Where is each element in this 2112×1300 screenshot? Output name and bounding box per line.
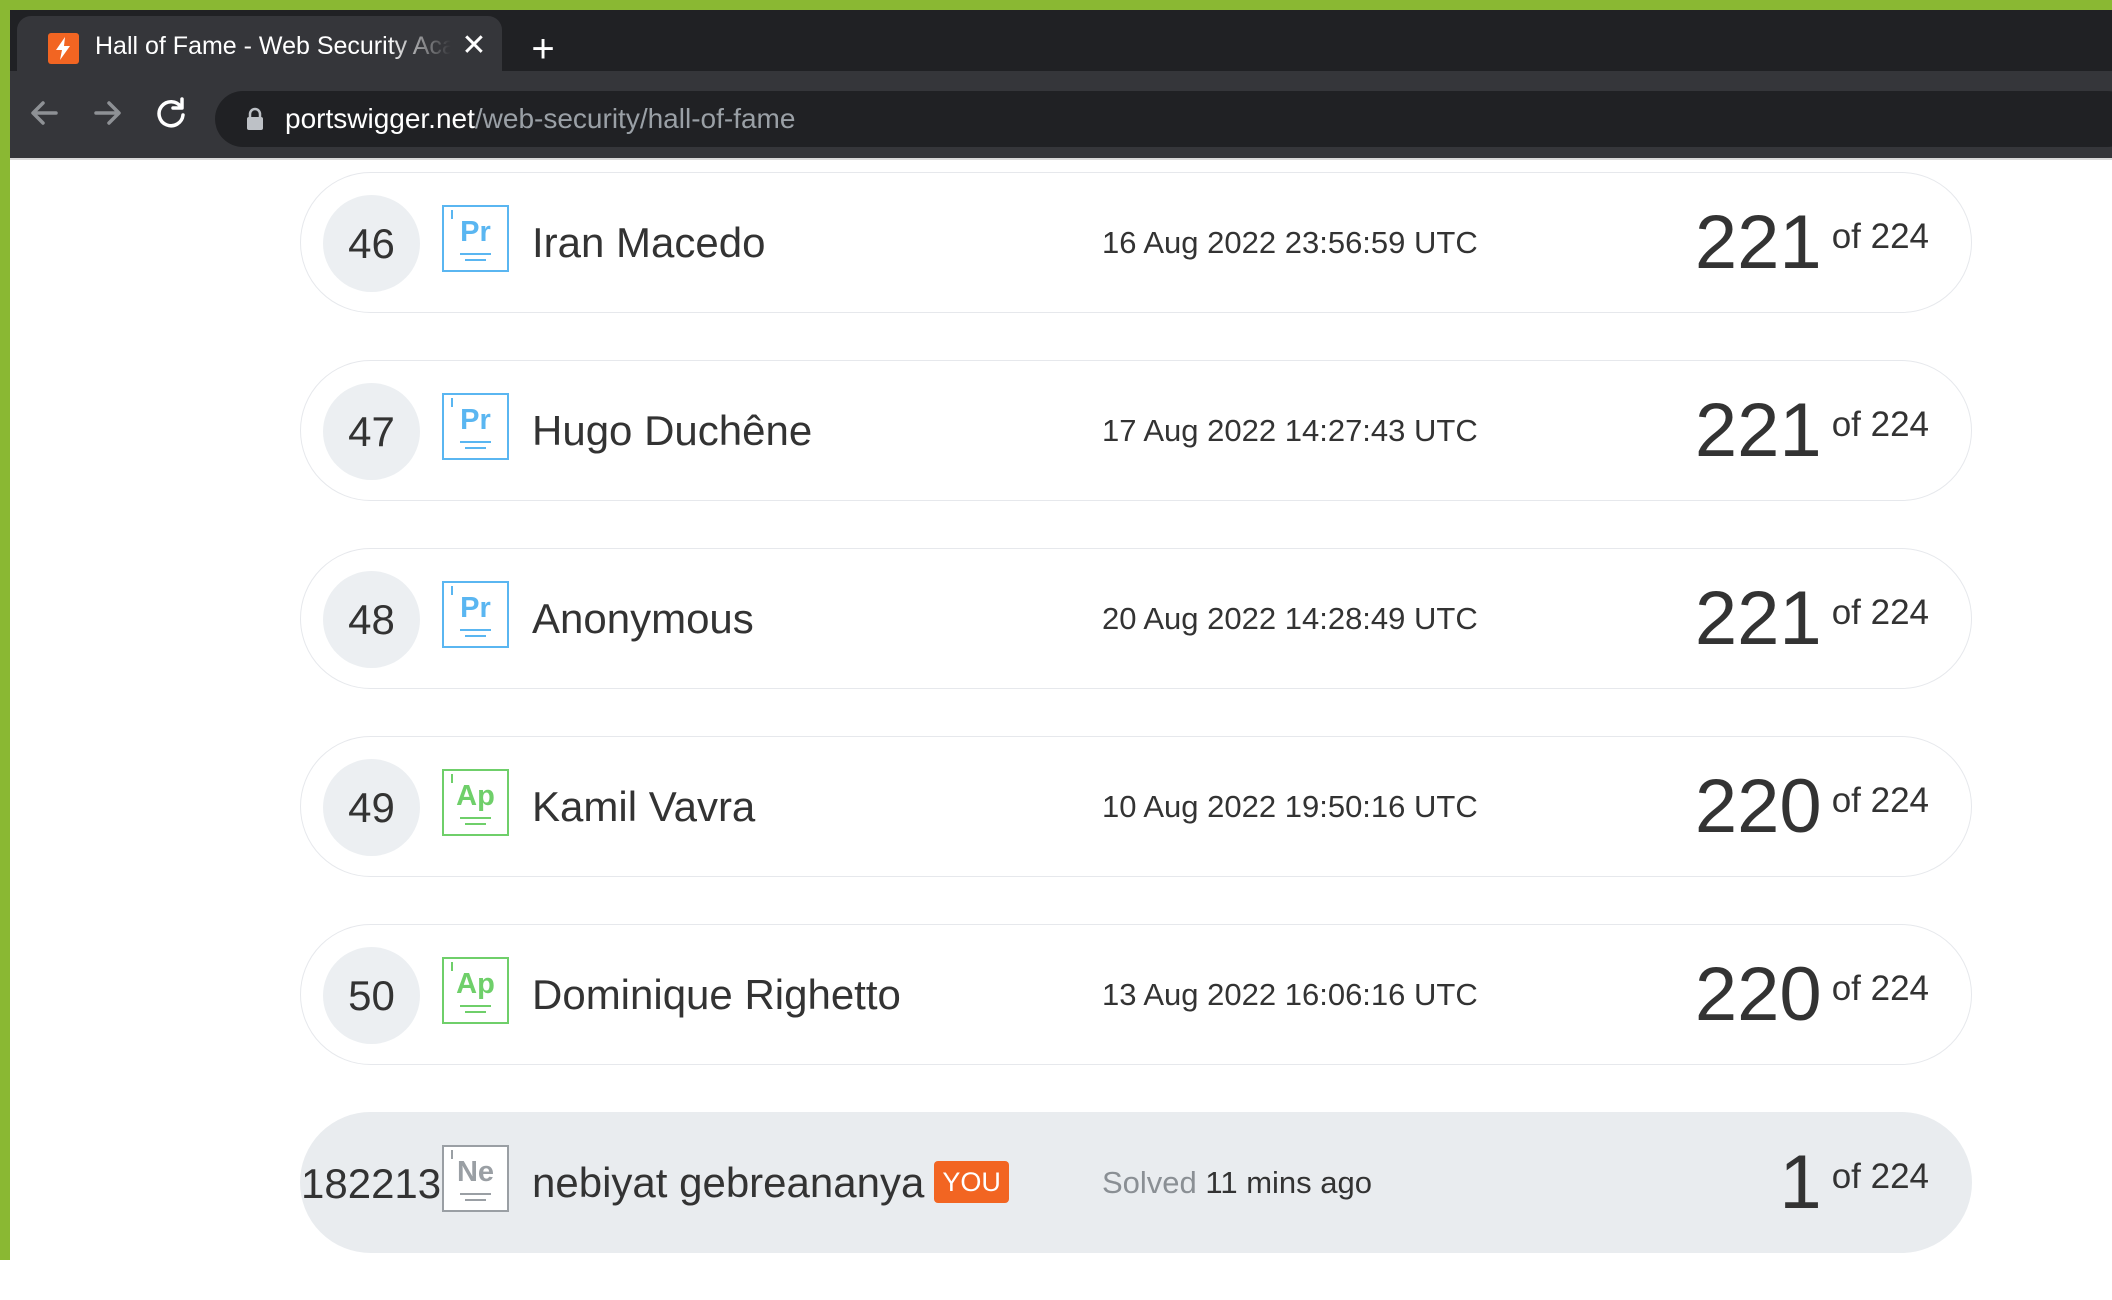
score: 221 of 224 bbox=[1695, 197, 1929, 289]
score-value: 221 bbox=[1694, 576, 1822, 661]
url-text[interactable]: portswigger.net/web-security/hall-of-fam… bbox=[285, 101, 795, 137]
user-name: Iran Macedo bbox=[532, 219, 766, 266]
level-badge-practitioner: Pr bbox=[442, 205, 509, 272]
badge-line bbox=[465, 259, 486, 261]
solved-status: Solved 11 mins ago bbox=[1102, 1163, 1372, 1203]
leaderboard-row: 47 Pr Hugo Duchêne 17 Aug 2022 14:27:43 … bbox=[300, 360, 1972, 501]
score: 221 of 224 bbox=[1695, 385, 1929, 477]
badge-line bbox=[465, 1011, 486, 1013]
score: 1 of 224 bbox=[1779, 1137, 1929, 1229]
solved-label: Solved bbox=[1102, 1165, 1197, 1200]
level-badge-practitioner: Pr bbox=[442, 581, 509, 648]
leaderboard-row: 49 Ap Kamil Vavra 10 Aug 2022 19:50:16 U… bbox=[300, 736, 1972, 877]
completion-date: 16 Aug 2022 23:56:59 UTC bbox=[1102, 225, 1478, 260]
window-frame-left bbox=[0, 0, 10, 1260]
back-arrow-icon bbox=[31, 101, 58, 125]
solved-time: 11 mins ago bbox=[1205, 1165, 1373, 1200]
back-button[interactable] bbox=[20, 89, 68, 137]
url-host: portswigger.net bbox=[285, 103, 475, 134]
score-total: of 224 bbox=[1831, 217, 1929, 256]
completion-date: 17 Aug 2022 14:27:43 UTC bbox=[1102, 413, 1478, 448]
leaderboard-row: 48 Pr Anonymous 20 Aug 2022 14:28:49 UTC… bbox=[300, 548, 1972, 689]
level-symbol: Ap bbox=[456, 780, 495, 812]
level-symbol: Ap bbox=[456, 968, 495, 1000]
score-value: 1 bbox=[1779, 1140, 1822, 1225]
badge-line bbox=[460, 441, 491, 443]
badge-line bbox=[465, 823, 486, 825]
badge-line bbox=[465, 447, 486, 449]
score-value: 220 bbox=[1694, 764, 1822, 849]
completion-date: 10 Aug 2022 19:50:16 UTC bbox=[1102, 789, 1478, 824]
badge-line bbox=[460, 817, 491, 819]
level-symbol: Pr bbox=[460, 592, 491, 624]
user-name: nebiyat gebreananya YOU bbox=[532, 1155, 1009, 1211]
browser-tab[interactable]: Hall of Fame - Web Security Academy ✕ bbox=[17, 16, 502, 71]
user-name: Hugo Duchêne bbox=[532, 407, 813, 454]
user-name-text: nebiyat gebreananya bbox=[532, 1159, 925, 1206]
badge-line bbox=[465, 635, 486, 637]
score-total: of 224 bbox=[1831, 781, 1929, 820]
current-user-row: 182213 Ne nebiyat gebreananya YOU Solved … bbox=[300, 1112, 1972, 1253]
badge-line bbox=[460, 253, 491, 255]
level-badge-practitioner: Pr bbox=[442, 393, 509, 460]
rank-number: 50 bbox=[323, 947, 420, 1044]
user-name: Dominique Righetto bbox=[532, 971, 901, 1018]
close-tab-icon[interactable]: ✕ bbox=[458, 30, 490, 62]
leaderboard-row: 46 Pr Iran Macedo 16 Aug 2022 23:56:59 U… bbox=[300, 172, 1972, 313]
address-bar[interactable]: portswigger.net/web-security/hall-of-fam… bbox=[215, 91, 2112, 147]
score-value: 221 bbox=[1694, 200, 1822, 285]
rank-number: 46 bbox=[323, 195, 420, 292]
badge-line bbox=[460, 629, 491, 631]
url-path: /web-security/hall-of-fame bbox=[474, 103, 796, 134]
forward-arrow-icon bbox=[94, 101, 121, 125]
badge-line bbox=[460, 1005, 491, 1007]
reload-button[interactable] bbox=[147, 89, 195, 137]
browser-toolbar: portswigger.net/web-security/hall-of-fam… bbox=[10, 71, 2112, 158]
score: 221 of 224 bbox=[1695, 573, 1929, 665]
rank-number: 182213 bbox=[301, 1160, 442, 1207]
rank-number: 47 bbox=[323, 383, 420, 480]
tab-title: Hall of Fame - Web Security Academy bbox=[95, 32, 451, 60]
level-badge-newcomer: Ne bbox=[442, 1145, 509, 1212]
forward-button[interactable] bbox=[84, 89, 132, 137]
score-total: of 224 bbox=[1831, 969, 1929, 1008]
score: 220 of 224 bbox=[1695, 949, 1929, 1041]
new-tab-button[interactable]: + bbox=[524, 29, 562, 69]
lock-icon bbox=[247, 107, 263, 130]
completion-date: 13 Aug 2022 16:06:16 UTC bbox=[1102, 977, 1478, 1012]
hall-of-fame-list: 46 Pr Iran Macedo 16 Aug 2022 23:56:59 U… bbox=[300, 172, 1974, 1300]
badge-line bbox=[465, 1199, 486, 1201]
user-name: Kamil Vavra bbox=[532, 783, 756, 830]
leaderboard-row: 50 Ap Dominique Righetto 13 Aug 2022 16:… bbox=[300, 924, 1972, 1065]
reload-icon bbox=[157, 97, 185, 128]
level-symbol: Ne bbox=[456, 1156, 495, 1188]
rank-number: 48 bbox=[323, 571, 420, 668]
score-total: of 224 bbox=[1831, 1157, 1929, 1196]
completion-date: 20 Aug 2022 14:28:49 UTC bbox=[1102, 601, 1478, 636]
badge-line bbox=[460, 1193, 491, 1195]
portswigger-logo-icon bbox=[48, 33, 79, 64]
score: 220 of 224 bbox=[1695, 761, 1929, 853]
score-total: of 224 bbox=[1831, 593, 1929, 632]
user-name: Anonymous bbox=[532, 595, 754, 642]
level-badge-apprentice: Ap bbox=[442, 769, 509, 836]
score-value: 221 bbox=[1694, 388, 1822, 473]
score-total: of 224 bbox=[1831, 405, 1929, 444]
level-badge-apprentice: Ap bbox=[442, 957, 509, 1024]
score-value: 220 bbox=[1694, 952, 1822, 1037]
rank-number: 49 bbox=[323, 759, 420, 856]
level-symbol: Pr bbox=[460, 216, 491, 248]
level-symbol: Pr bbox=[460, 404, 491, 436]
tab-strip: Hall of Fame - Web Security Academy ✕ + bbox=[10, 10, 2112, 71]
window-frame-top bbox=[0, 0, 2112, 10]
toolbar-divider bbox=[10, 158, 2112, 160]
you-badge: YOU bbox=[934, 1160, 1009, 1203]
